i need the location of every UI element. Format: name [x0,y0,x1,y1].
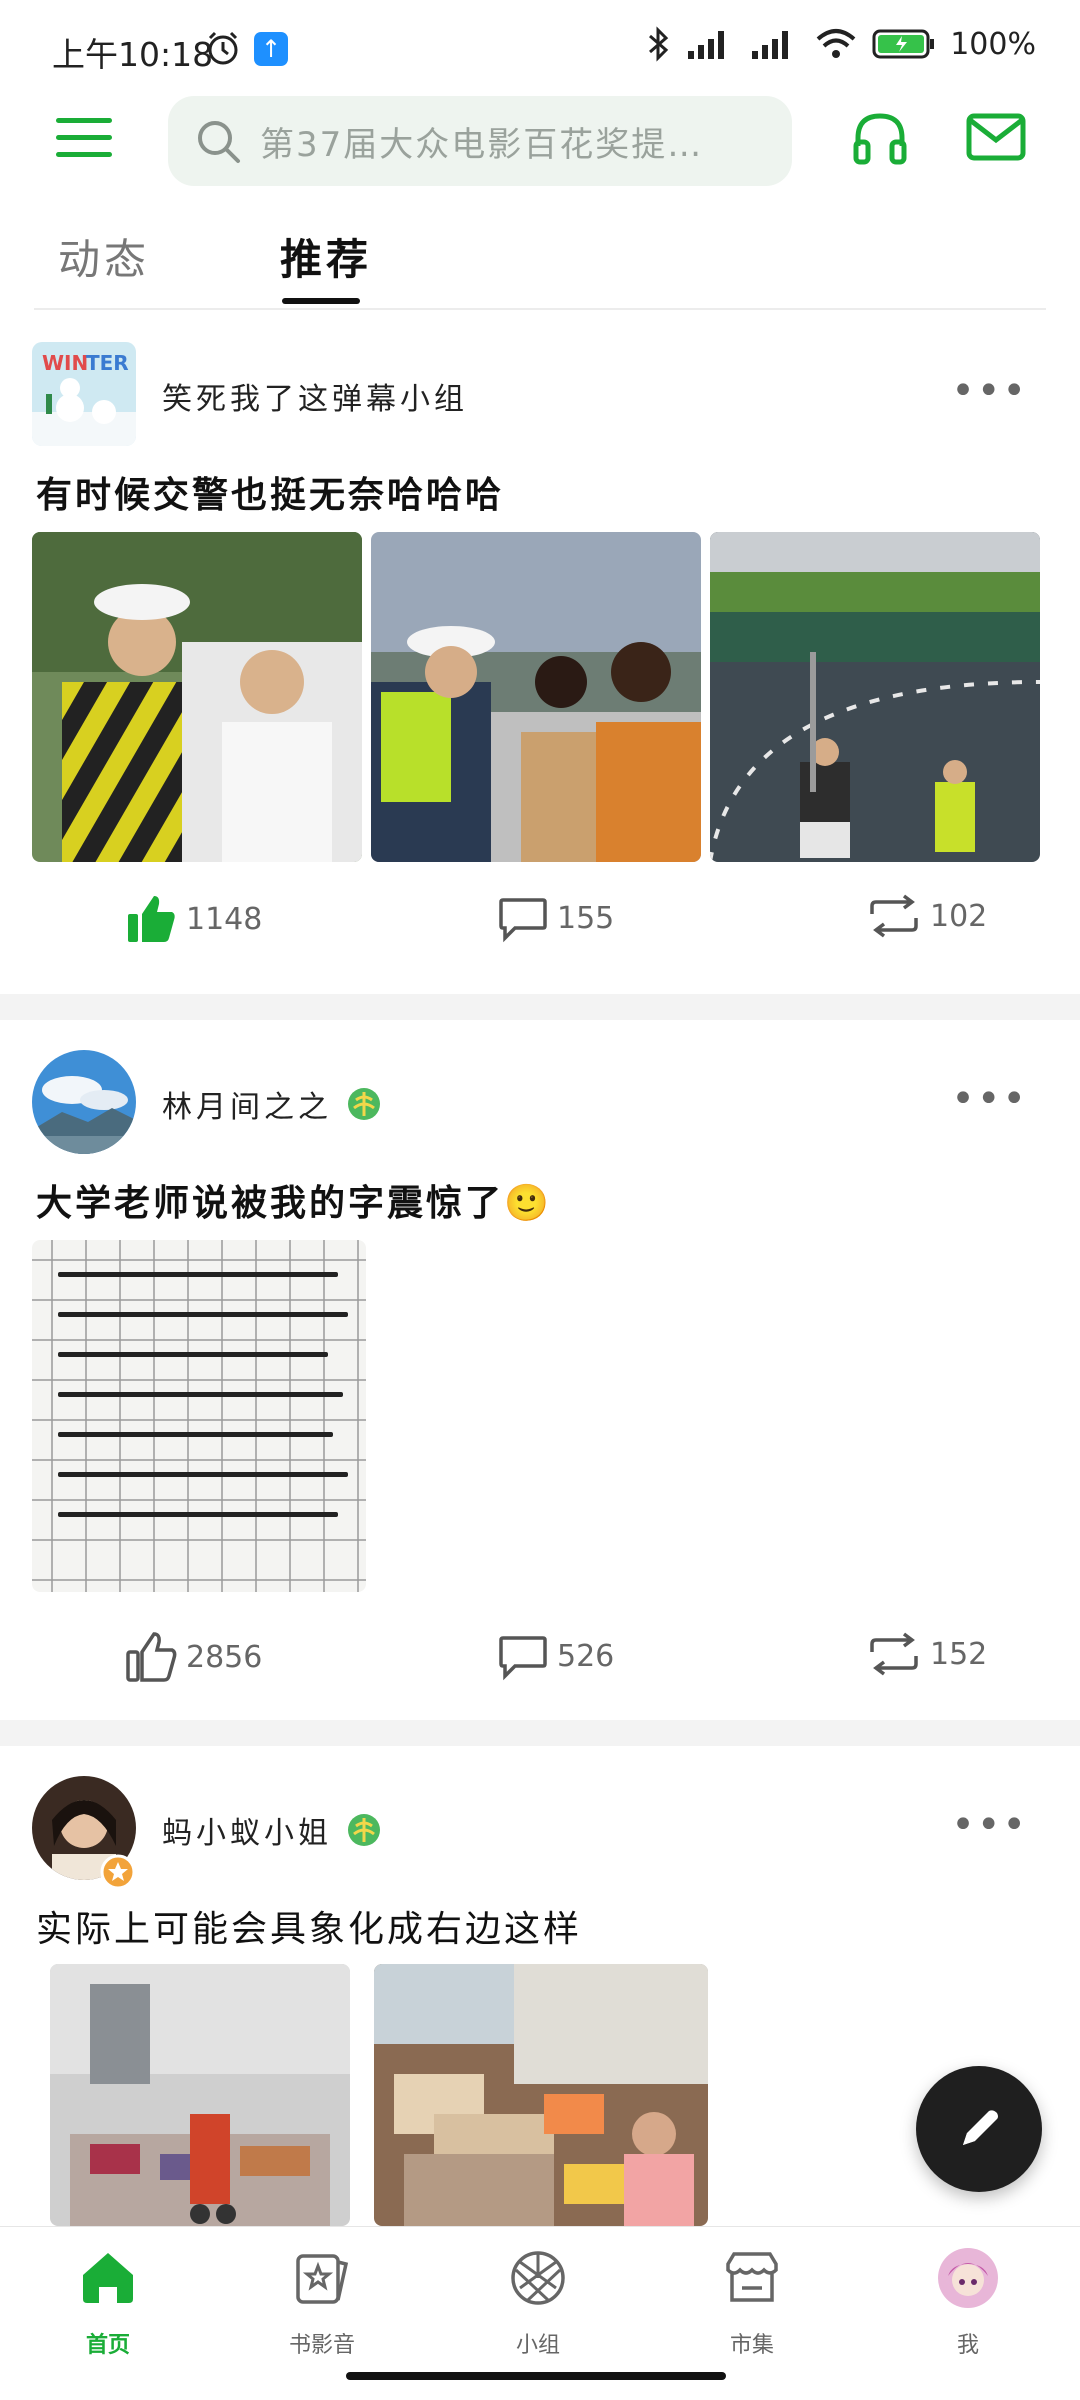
menu-icon[interactable] [56,118,112,162]
headphone-icon[interactable] [850,108,910,168]
post-image[interactable] [32,532,362,862]
nav-me[interactable]: 我 [888,2241,1048,2359]
feed-tabs: 动态 推荐 [34,210,1046,310]
nav-home-label: 首页 [85,2333,130,2358]
signal-icon [688,31,725,59]
home-indicator[interactable] [346,2372,726,2380]
like-button[interactable]: 2856 [124,1630,262,1684]
pencil-icon [963,2110,998,2145]
repost-count: 152 [930,1636,988,1672]
comment-button[interactable]: 155 [497,892,614,944]
notification-icon: ↑ [254,32,288,66]
comment-button[interactable]: 526 [497,1630,614,1682]
repost-button[interactable]: 152 [866,1630,987,1678]
post-divider [0,1720,1080,1746]
post-title[interactable]: 有时候交警也挺无奈哈哈哈 [36,466,504,518]
like-button[interactable]: 1148 [124,892,262,946]
groups-icon [511,2251,565,2305]
wifi-icon [816,29,856,58]
nav-me-label: 我 [956,2333,979,2358]
active-tab-indicator [282,298,360,304]
repost-icon [870,894,918,938]
search-bar[interactable]: 第37届大众电影百花奖提… [168,96,792,186]
nav-books-movies-music-label: 书影音 [288,2333,355,2358]
alarm-icon [208,31,238,65]
nav-home[interactable]: 首页 [28,2241,188,2359]
post-image[interactable] [371,532,701,862]
nav-market-label: 市集 [729,2333,774,2358]
post-divider [0,994,1080,1020]
profile-avatar [938,2248,998,2308]
author-name[interactable]: 蚂小蚁小姐 [162,1808,332,1852]
signal-icon-2 [752,31,789,59]
tab-dynamic[interactable]: 动态 [58,226,150,287]
like-count: 2856 [186,1639,263,1675]
group-avatar[interactable]: WIN TER [32,342,136,446]
battery-percent: 100% [950,26,1036,62]
status-bar: 上午10:18 ↑ 100% [0,0,1080,90]
nav-groups[interactable]: 小组 [458,2241,618,2359]
comment-icon [499,1636,547,1681]
post-image[interactable] [32,1240,366,1592]
author-name[interactable]: 林月间之之 [162,1082,332,1126]
tab-recommend[interactable]: 推荐 [280,226,372,287]
like-count: 1148 [186,901,263,937]
post-card[interactable]: WIN TER 笑死我了这弹幕小组 ••• 有时候交警也挺无奈哈哈哈 1148 … [0,312,1080,994]
status-time: 上午10:18 [52,35,214,74]
store-icon [726,2252,778,2302]
nav-groups-label: 小组 [515,2333,560,2358]
svg-text:WIN: WIN [42,351,88,375]
post-title[interactable]: 大学老师说被我的字震惊了🙂 [36,1174,552,1226]
search-input[interactable]: 第37届大众电影百花奖提… [260,117,760,166]
thumbs-up-icon [126,1632,177,1682]
post-image[interactable] [374,1964,708,2226]
post-title[interactable]: 实际上可能会具象化成右边这样 [36,1900,582,1952]
compose-button[interactable] [916,2066,1042,2192]
top-bar: 第37届大众电影百花奖提… [0,90,1080,190]
more-options-icon[interactable]: ••• [951,1802,1028,1848]
mail-icon[interactable] [966,112,1026,162]
nav-books-movies-music[interactable]: 书影音 [242,2241,402,2359]
comment-icon [499,898,547,943]
more-options-icon[interactable]: ••• [951,368,1028,414]
verified-badge-icon [348,1088,380,1120]
post-card[interactable]: 林月间之之 ••• 大学老师说被我的字震惊了🙂 2856 526 152 [0,1020,1080,1720]
more-options-icon[interactable]: ••• [951,1076,1028,1122]
repost-button[interactable]: 102 [866,892,987,940]
user-avatar[interactable] [32,1050,136,1154]
repost-icon [870,1632,918,1676]
svg-text:TER: TER [86,351,129,375]
badge-star-icon [100,1854,136,1890]
home-icon [83,2253,133,2303]
bluetooth-icon [649,26,669,62]
comment-count: 526 [557,1638,615,1674]
star-card-icon [296,2254,349,2304]
thumbs-up-icon [128,896,175,942]
comment-count: 155 [557,900,615,936]
post-card[interactable]: 蚂小蚁小姐 ••• 实际上可能会具象化成右边这样 [0,1746,1080,2226]
repost-count: 102 [930,898,988,934]
search-icon [198,121,240,163]
post-image[interactable] [710,532,1040,862]
verified-badge-icon [348,1814,380,1846]
post-image[interactable] [50,1964,350,2226]
nav-market[interactable]: 市集 [672,2241,832,2359]
author-name[interactable]: 笑死我了这弹幕小组 [162,374,468,418]
battery-icon [872,29,935,59]
